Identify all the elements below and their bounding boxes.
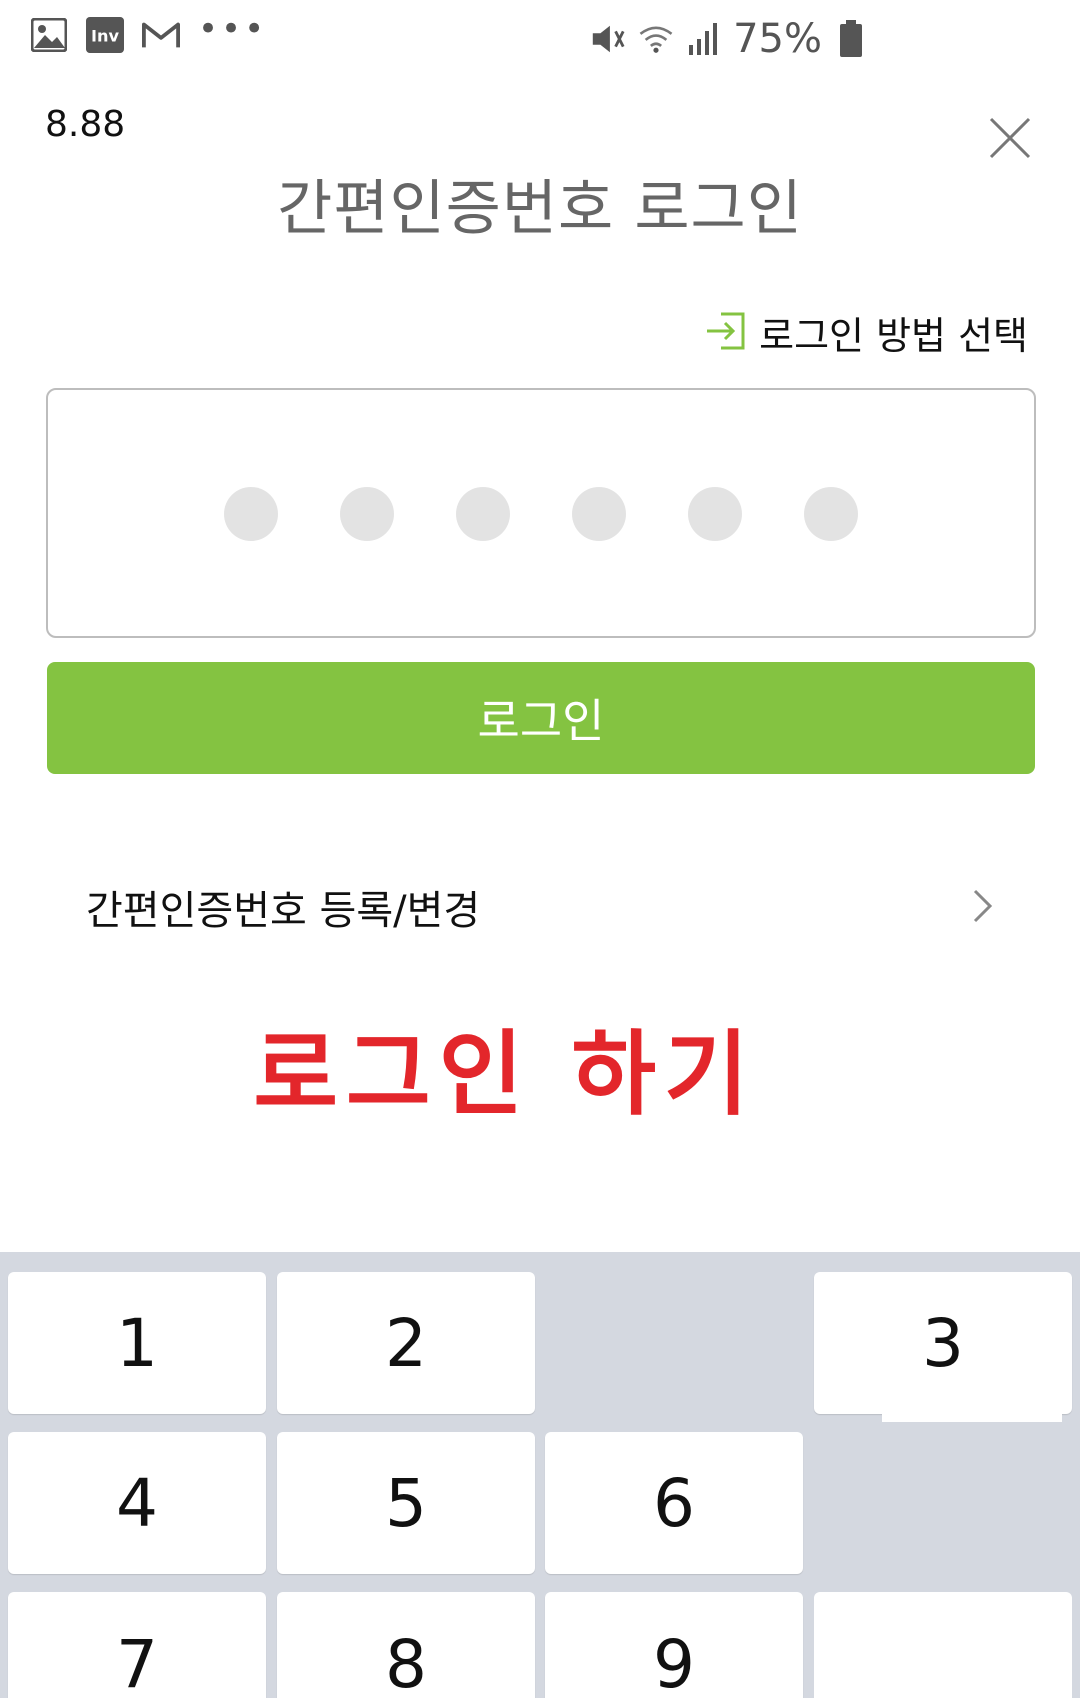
signal-icon xyxy=(685,20,723,58)
app-version: 8.88 xyxy=(45,104,126,145)
close-icon xyxy=(989,117,1031,159)
wifi-icon xyxy=(637,20,675,58)
system-icons: 75% xyxy=(589,16,870,62)
pin-dot xyxy=(572,487,626,541)
gmail-icon xyxy=(142,16,180,54)
key-3[interactable]: 3 xyxy=(814,1272,1072,1414)
pin-dot xyxy=(340,487,394,541)
number-keypad: 1 2 3 4 5 6 7 8 9 xyxy=(0,1252,1080,1698)
key-6[interactable]: 6 xyxy=(545,1432,803,1574)
pin-dot xyxy=(224,487,278,541)
status-bar: Inv ••• 75% xyxy=(0,0,1080,80)
key-mask xyxy=(882,1404,1062,1422)
pin-dot xyxy=(456,487,510,541)
inv-app-icon: Inv xyxy=(86,16,124,54)
key-9[interactable]: 9 xyxy=(545,1592,803,1698)
key-8[interactable]: 8 xyxy=(277,1592,535,1698)
register-change-label: 간편인증번호 등록/변경 xyxy=(86,888,481,934)
key-7[interactable]: 7 xyxy=(8,1592,266,1698)
page-title: 간편인증번호 로그인 xyxy=(277,174,803,244)
close-button[interactable] xyxy=(988,116,1032,160)
pin-dots xyxy=(48,390,1034,636)
pin-dot xyxy=(804,487,858,541)
register-change-row[interactable]: 간편인증번호 등록/변경 xyxy=(0,860,1080,950)
vibrate-mute-icon xyxy=(589,20,627,58)
login-method-label: 로그인 방법 선택 xyxy=(759,314,1028,358)
login-method-select[interactable]: 로그인 방법 선택 xyxy=(705,305,1028,360)
annotation-text: 로그인 하기 xyxy=(253,1021,757,1128)
login-enter-icon xyxy=(705,310,747,356)
pin-input-box[interactable] xyxy=(46,388,1036,638)
pin-dot xyxy=(688,487,742,541)
key-1[interactable]: 1 xyxy=(8,1272,266,1414)
battery-icon xyxy=(832,20,870,58)
gallery-icon xyxy=(30,16,68,54)
inv-label: Inv xyxy=(91,27,119,46)
key-4[interactable]: 4 xyxy=(8,1432,266,1574)
notification-icons: Inv ••• xyxy=(30,9,268,54)
key-partial xyxy=(814,1592,1072,1698)
key-2[interactable]: 2 xyxy=(277,1272,535,1414)
login-button[interactable]: 로그인 xyxy=(47,662,1035,774)
more-notifications-dots: ••• xyxy=(198,9,268,49)
battery-percent: 75% xyxy=(733,16,822,62)
key-5[interactable]: 5 xyxy=(277,1432,535,1574)
chevron-right-icon xyxy=(972,888,994,928)
